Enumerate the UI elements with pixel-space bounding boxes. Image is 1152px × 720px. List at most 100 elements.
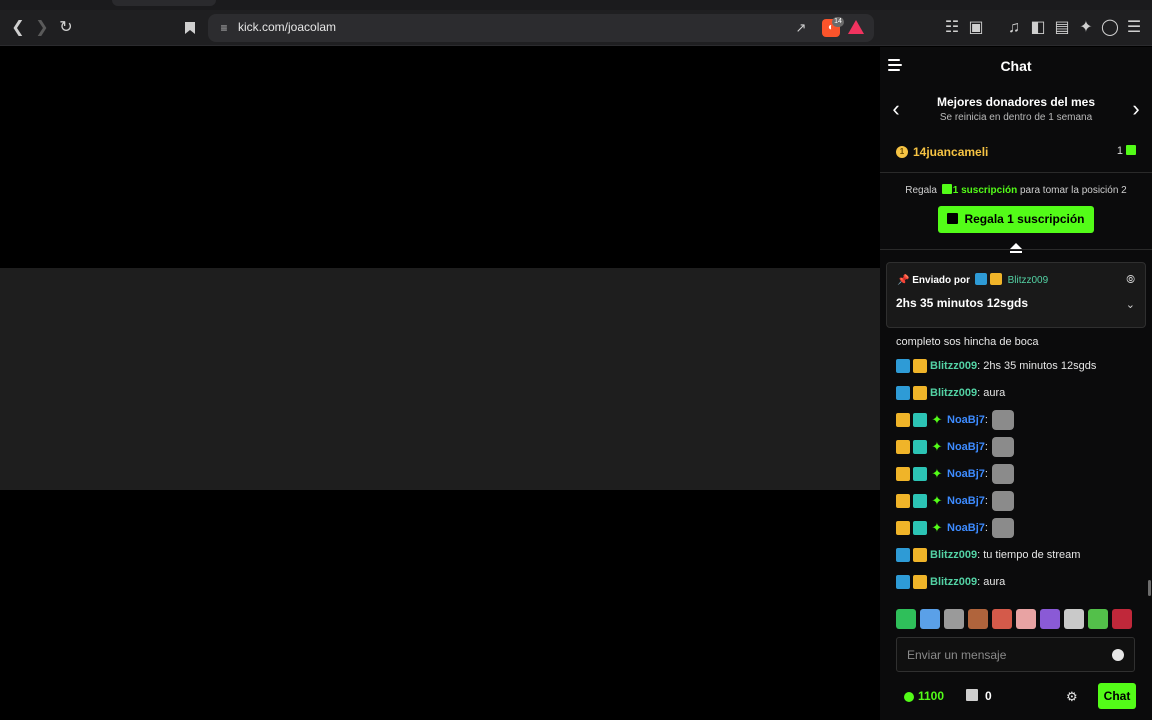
- message-separator: :: [984, 522, 988, 534]
- shields-count-badge: 14: [832, 17, 844, 27]
- og-badge-icon: [913, 467, 927, 481]
- og-badge-icon: [913, 440, 927, 454]
- hide-pin-icon[interactable]: ⦾: [1126, 274, 1135, 287]
- quick-emote-icon[interactable]: [944, 609, 964, 629]
- chevron-right-icon[interactable]: ›: [1126, 98, 1146, 120]
- subscriber-crown-icon: [913, 386, 927, 400]
- bookmark-icon[interactable]: [178, 16, 202, 40]
- message-username[interactable]: Blitzz009: [930, 360, 977, 372]
- pinned-text: 2hs 35 minutos 12sgds: [896, 296, 1029, 310]
- channel-points-value[interactable]: 1100: [918, 689, 944, 703]
- gift-subscription-button[interactable]: Regala 1 suscripción: [938, 206, 1094, 233]
- reload-icon[interactable]: ↻: [54, 16, 78, 40]
- active-tab[interactable]: [112, 0, 216, 6]
- subscriber-crown-icon: [896, 413, 910, 427]
- subscriber-crown-icon: [896, 467, 910, 481]
- donor-name[interactable]: 14juancameli: [913, 145, 988, 159]
- chat-message: completo sos hincha de boca: [896, 332, 1038, 352]
- address-bar[interactable]: ≡ kick.com/joacolam ↗ ◐ 14: [208, 14, 874, 42]
- message-text: completo sos hincha de boca: [896, 336, 1039, 348]
- subscriber-crown-icon: [913, 575, 927, 589]
- send-chat-button[interactable]: Chat: [1098, 683, 1136, 709]
- url-text[interactable]: kick.com/joacolam: [238, 20, 336, 34]
- message-username[interactable]: NoaBj7: [947, 441, 985, 453]
- emoji-picker-icon[interactable]: [1112, 649, 1124, 661]
- channel-points-icon: [904, 692, 914, 702]
- share-icon[interactable]: ↗: [792, 19, 810, 37]
- chat-input-box: [896, 637, 1135, 672]
- chat-message: Blitzz009: aura: [896, 383, 1005, 403]
- gift-prompt-prefix: Regala: [905, 185, 937, 196]
- message-text: aura: [983, 387, 1006, 399]
- quick-emote-icon[interactable]: [1064, 609, 1084, 629]
- tab-strip: [0, 0, 1152, 10]
- chevron-down-icon[interactable]: ⌄: [1126, 298, 1135, 311]
- quick-emote-icon[interactable]: [992, 609, 1012, 629]
- chat-message: ✦ NoaBj7:: [896, 410, 1014, 430]
- gift-prompt-suffix: para tomar la posición 2: [1020, 185, 1127, 196]
- site-settings-icon[interactable]: ≡: [216, 20, 232, 36]
- quick-emote-icon[interactable]: [1040, 609, 1060, 629]
- message-separator: :: [984, 495, 988, 507]
- top-donor-row: 1 14juancameli 1: [896, 144, 1136, 162]
- chat-message: Blitzz009: tu tiempo de stream: [896, 545, 1080, 565]
- pin-icon: 📌: [897, 275, 910, 286]
- menu-icon[interactable]: ☰: [1122, 16, 1146, 40]
- og-badge-icon: [913, 494, 927, 508]
- quick-emote-icon[interactable]: [1088, 609, 1108, 629]
- gift-prompt: Regala 1 suscripción para tomar la posic…: [880, 184, 1152, 196]
- message-username[interactable]: Blitzz009: [930, 549, 977, 561]
- store-icon[interactable]: [966, 689, 978, 701]
- moderator-badge-icon: [896, 386, 910, 400]
- message-username[interactable]: Blitzz009: [930, 387, 977, 399]
- chat-settings-icon[interactable]: ⚙: [1066, 689, 1078, 705]
- quick-emote-icon[interactable]: [968, 609, 988, 629]
- moderator-badge-icon: [974, 273, 987, 285]
- wallet-icon[interactable]: ▤: [1050, 16, 1074, 40]
- leo-ai-icon[interactable]: ✦: [1074, 16, 1098, 40]
- brave-rewards-icon[interactable]: [848, 20, 864, 34]
- message-separator: :: [984, 414, 988, 426]
- chat-message: ✦ NoaBj7:: [896, 491, 1014, 511]
- quick-emote-icon[interactable]: [1112, 609, 1132, 629]
- forward-icon[interactable]: ❯: [30, 16, 54, 40]
- message-username[interactable]: NoaBj7: [947, 522, 985, 534]
- pinned-author[interactable]: Blitzz009: [1008, 275, 1049, 286]
- video-player[interactable]: [0, 47, 880, 720]
- message-separator: :: [977, 360, 981, 372]
- expand-up-icon[interactable]: [1009, 241, 1023, 253]
- quick-emote-icon[interactable]: [1016, 609, 1036, 629]
- message-username[interactable]: NoaBj7: [947, 414, 985, 426]
- vpn-shield-icon[interactable]: ◯: [1098, 16, 1122, 40]
- gift-prompt-highlight: 1 suscripción: [952, 185, 1018, 196]
- screenshot-icon[interactable]: ▣: [964, 16, 988, 40]
- cat-emote-icon[interactable]: [991, 518, 1014, 538]
- message-text: 2hs 35 minutos 12sgds: [983, 360, 1097, 372]
- gift-icon: [947, 213, 959, 224]
- store-count: 0: [985, 689, 992, 703]
- message-username[interactable]: NoaBj7: [947, 468, 985, 480]
- subscriber-crown-icon: [896, 440, 910, 454]
- quick-emote-icon[interactable]: [920, 609, 940, 629]
- music-icon[interactable]: ♫: [1002, 16, 1026, 40]
- subscriber-crown-icon: [913, 548, 927, 562]
- cat-emote-icon[interactable]: [991, 491, 1014, 511]
- sparkle-badge-icon: ✦: [931, 412, 943, 427]
- message-username[interactable]: NoaBj7: [947, 495, 985, 507]
- cat-emote-icon[interactable]: [991, 410, 1014, 430]
- message-username[interactable]: Blitzz009: [930, 576, 977, 588]
- chat-message: ✦ NoaBj7:: [896, 464, 1014, 484]
- divider: [880, 249, 1152, 250]
- sidebar-icon[interactable]: ◧: [1026, 16, 1050, 40]
- extensions-icon[interactable]: ☷: [940, 16, 964, 40]
- og-badge-icon: [913, 521, 927, 535]
- quick-emote-icon[interactable]: [896, 609, 916, 629]
- cat-emote-icon[interactable]: [991, 464, 1014, 484]
- pinned-label: Enviado por: [912, 275, 971, 286]
- pinned-message[interactable]: 📌 Enviado por Blitzz009 ⦾ 2hs 35 minutos…: [886, 262, 1146, 328]
- cat-emote-icon[interactable]: [991, 437, 1014, 457]
- chat-scrollbar[interactable]: [1148, 580, 1151, 596]
- back-icon[interactable]: ❮: [6, 16, 30, 40]
- donor-gift-count: 1: [1117, 145, 1136, 157]
- chat-message-input[interactable]: [907, 638, 1107, 671]
